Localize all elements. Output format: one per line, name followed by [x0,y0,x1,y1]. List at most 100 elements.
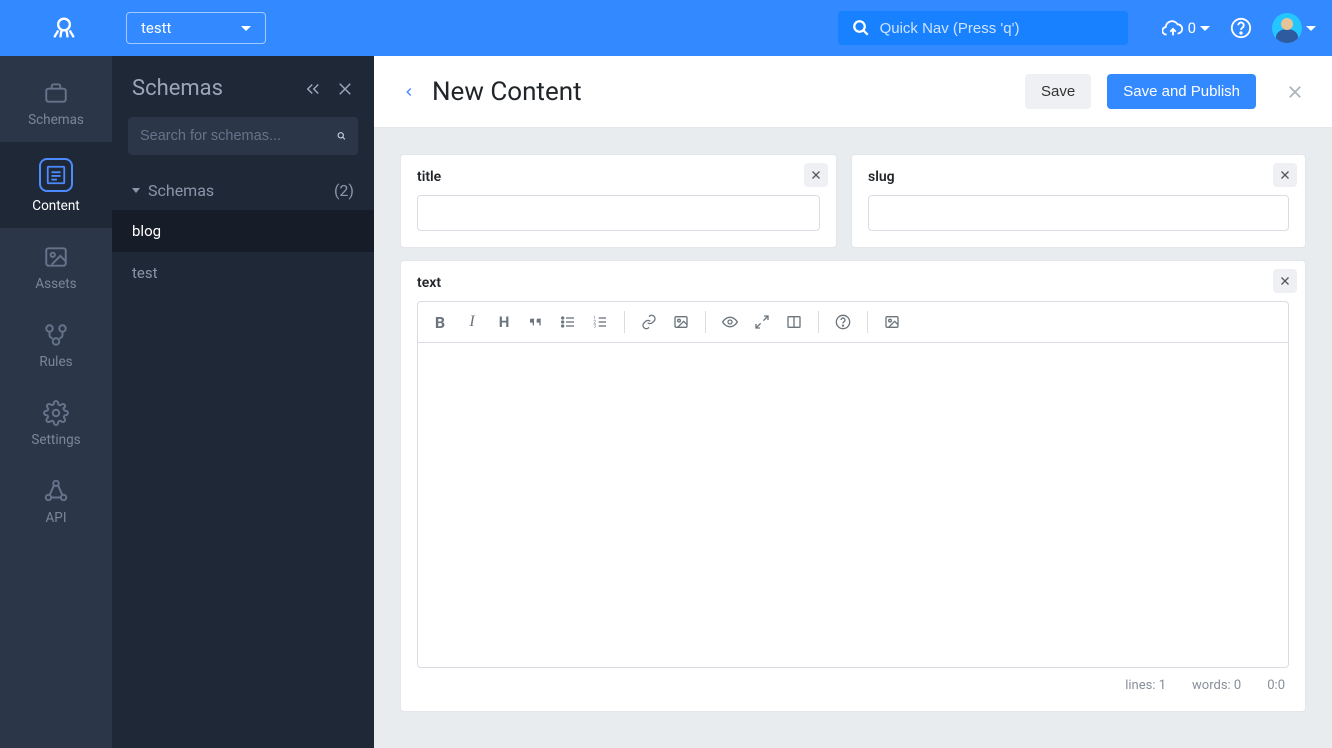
help-icon [1230,17,1252,39]
help-button[interactable] [829,308,857,336]
schema-item-blog[interactable]: blog [112,210,374,252]
schema-search[interactable] [128,117,358,155]
title-input[interactable] [417,195,820,231]
status-lines: lines: 1 [1125,678,1166,693]
page-title: New Content [432,77,1009,107]
status-pos: 0:0 [1267,678,1285,693]
avatar [1272,13,1302,43]
back-button[interactable] [402,85,416,99]
quote-icon [528,314,544,330]
group-label: Schemas [148,181,214,200]
rail-item-rules[interactable]: Rules [0,306,112,384]
close-icon[interactable] [336,80,354,98]
assets-icon [43,244,69,270]
eye-icon [722,314,738,330]
svg-text:3: 3 [593,323,596,329]
schema-item-label: test [132,264,158,282]
columns-icon [786,314,802,330]
rail-item-settings[interactable]: Settings [0,384,112,462]
editor-status-bar: lines: 1 words: 0 0:0 [417,668,1289,695]
caret-down-icon [241,26,251,31]
italic-button[interactable]: I [458,308,486,336]
slug-input[interactable] [868,195,1289,231]
content-icon [39,158,73,192]
field-label: title [417,169,820,185]
schema-search-input[interactable] [140,128,327,144]
schema-group-header[interactable]: Schemas (2) [112,173,374,210]
quick-nav[interactable] [838,11,1128,45]
panel-title: Schemas [132,76,223,101]
split-button[interactable] [780,308,808,336]
field-label: text [417,275,1289,291]
close-button[interactable] [1286,83,1304,101]
collapse-icon[interactable] [304,80,322,98]
list-ol-icon: 123 [592,314,608,330]
rail-label: Content [32,198,79,214]
editor-toolbar: B I H 123 [417,301,1289,342]
cloud-count: 0 [1188,19,1196,37]
rail-label: Assets [35,276,76,292]
field-clear-button[interactable] [1273,269,1297,293]
ol-button[interactable]: 123 [586,308,614,336]
asset-button[interactable] [878,308,906,336]
ul-button[interactable] [554,308,582,336]
app-selector-dropdown[interactable]: testt [126,12,266,44]
field-card-text: text B I H 123 [400,260,1306,712]
top-bar: testt 0 [0,0,1332,56]
rail-item-assets[interactable]: Assets [0,228,112,306]
search-icon [852,19,870,37]
link-button[interactable] [635,308,663,336]
editor-textarea[interactable] [417,342,1289,668]
schemas-icon [43,80,69,106]
field-clear-button[interactable] [804,163,828,187]
gear-icon [43,400,69,426]
field-clear-button[interactable] [1273,163,1297,187]
image-button[interactable] [667,308,695,336]
schema-item-test[interactable]: test [112,252,374,294]
field-label: slug [868,169,1289,185]
preview-button[interactable] [716,308,744,336]
quick-nav-input[interactable] [880,20,1114,37]
content-header: New Content Save Save and Publish [374,56,1332,128]
quote-button[interactable] [522,308,550,336]
app-logo [16,14,112,42]
help-button[interactable] [1230,17,1252,39]
heading-button[interactable]: H [490,308,518,336]
rail-label: Settings [31,432,80,448]
rail-item-schemas[interactable]: Schemas [0,64,112,142]
user-menu[interactable] [1272,13,1316,43]
group-count: (2) [334,181,354,200]
save-button[interactable]: Save [1025,74,1091,109]
schemas-panel: Schemas Schemas (2) blog test [112,56,374,748]
schema-item-label: blog [132,222,161,240]
rail-item-content[interactable]: Content [0,142,112,228]
app-selector-label: testt [141,19,171,37]
help-icon [835,314,851,330]
rail-label: Schemas [28,112,84,128]
list-ul-icon [560,314,576,330]
cloud-status[interactable]: 0 [1162,17,1210,39]
status-words: words: 0 [1192,678,1241,693]
caret-down-icon [1306,26,1316,31]
left-rail: Schemas Content Assets Rules Settings [0,56,112,748]
caret-down-icon [1200,26,1210,31]
field-card-slug: slug [851,154,1306,248]
save-publish-button[interactable]: Save and Publish [1107,74,1256,109]
cloud-upload-icon [1162,17,1184,39]
picture-icon [884,314,900,330]
rail-item-api[interactable]: API [0,462,112,540]
maximize-icon [754,314,770,330]
content-area: New Content Save Save and Publish title [374,56,1332,748]
link-icon [641,314,657,330]
rail-label: Rules [39,354,72,370]
fullscreen-button[interactable] [748,308,776,336]
bold-button[interactable]: B [426,308,454,336]
api-icon [43,478,69,504]
caret-down-icon [132,188,140,193]
rules-icon [43,322,69,348]
topbar-right: 0 [1162,13,1316,43]
image-icon [673,314,689,330]
field-card-title: title [400,154,837,248]
search-icon [337,126,346,146]
rail-label: API [46,510,67,526]
